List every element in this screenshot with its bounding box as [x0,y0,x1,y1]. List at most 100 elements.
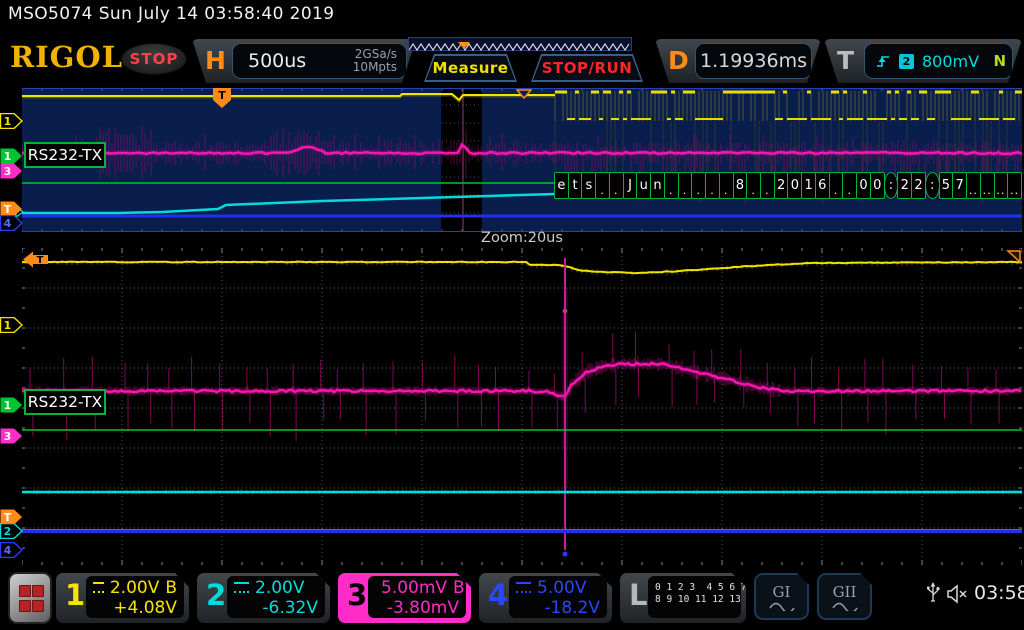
generator-label: GI [773,583,791,601]
channel-scale: 2.00V [110,578,159,598]
menu-grid-icon [19,585,42,612]
channel-box-1[interactable]: 12.00VB+4.08V [56,573,189,623]
trigger-position-marker[interactable]: T [213,88,231,113]
brand-logo: RIGOL [10,40,123,74]
decode-char: . [719,172,734,199]
stop-run-button[interactable]: STOP/RUN [531,54,643,82]
horizontal-label: H [205,46,226,75]
logic-analyzer-box[interactable]: L0 1 2 3 4 5 6 78 9 10 11 12 13 14 15 [620,573,746,623]
svg-text:T: T [218,89,226,102]
measure-button-label: Measure [426,56,515,80]
decode-char: . [664,172,679,199]
oscilloscope-screen: MSO5074 Sun July 14 03:58:40 2019 RIGOL … [0,0,1024,630]
bus-label-rs232-tx-main[interactable]: RS232-TX [24,142,106,168]
channel-number: 1 [65,578,85,612]
waveform-overview-bar[interactable] [408,37,632,51]
svg-text:1: 1 [4,150,12,163]
zoom-channel-marker-1[interactable]: 1 [0,317,23,337]
channel-number: 3 [347,578,367,612]
digital-channels-row2: 8 9 10 11 12 13 14 15 [655,594,734,606]
zoom-channel-marker-3[interactable]: 3 [0,428,23,448]
decode-char: 0 [787,172,802,199]
decode-char: . [691,172,706,199]
decode-char: 8 [733,172,748,199]
trigger-label: T [837,46,854,75]
stop-run-button-label: STOP/RUN [533,56,641,80]
delay-value: 1.19936ms [700,50,807,72]
digital-channels-row1: 0 1 2 3 4 5 6 7 [655,582,734,594]
channel-box-2[interactable]: 2 2.00V-6.32V [197,573,330,623]
window-title: MSO5074 Sun July 14 03:58:40 2019 [8,0,334,28]
toolbar: RIGOL STOP H 500us 2GSa/s 10Mpts Measure… [0,28,1024,86]
menu-button[interactable] [8,572,52,624]
trigger-settings-box[interactable]: T 2 800mV N [824,39,1022,83]
decode-char: . [829,172,844,199]
channel-offset: -6.32V [234,598,318,618]
horizontal-settings-box[interactable]: H 500us 2GSa/s 10Mpts [192,39,416,83]
decode-char: 1 [801,172,816,199]
decode-char: . [595,172,610,199]
bandwidth-limit-badge: B [453,578,465,598]
decode-char: 2 [911,172,926,199]
overview-zigzag [409,41,631,53]
trigger-mode-indicator: N [993,52,1012,70]
rs232-decode-row: ets..Jun.....8..2016..00:22:57........ [555,172,1022,199]
svg-text:T: T [37,255,44,266]
decode-char: n [650,172,665,199]
zoom-scale-label: Zoom:20us [22,230,1022,248]
decode-char: e [554,172,569,199]
zoom-trigger-position-marker[interactable]: T [23,251,49,272]
svg-text:3: 3 [4,165,12,178]
decode-char: .. [966,172,981,199]
decode-char: . [746,172,761,199]
channel-box-3[interactable]: 35.00mVB-3.80mV [338,573,471,623]
run-state-indicator: STOP [121,43,187,75]
decode-char: .. [1007,172,1022,199]
svg-text:1: 1 [4,115,12,128]
svg-text:4: 4 [4,217,12,230]
channel-offset: -3.80mV [375,598,459,618]
bus-label-rs232-tx-zoom[interactable]: RS232-TX [24,389,106,415]
channel-scale: 5.00V [537,578,586,598]
zoom-waveform-plot [22,248,1022,565]
decode-char: u [636,172,651,199]
zoom-corner-marker [1005,249,1022,268]
decode-char: . [609,172,624,199]
svg-text:1: 1 [4,399,12,412]
delay-settings-box[interactable]: D 1.19936ms [655,39,821,83]
bandwidth-limit-badge: B [165,578,177,598]
generator2-button[interactable]: GII [817,573,872,620]
delay-position-marker[interactable] [516,85,532,104]
zoom-channel-marker-2[interactable]: 2 [0,523,23,543]
zoom-channel-marker-1[interactable]: 1 [0,397,23,417]
main-waveform-window [22,88,1022,232]
generator1-button[interactable]: GI [754,573,809,620]
decode-char: 2 [897,172,912,199]
channel-number: 2 [206,578,226,612]
svg-text:2: 2 [4,525,12,538]
main-waveform-plot [22,89,1022,231]
timebase-value: 500us [233,50,306,72]
main-channel-marker-1[interactable]: 1 [0,113,23,133]
decode-char: 2 [774,172,789,199]
main-channel-marker-4[interactable]: 4 [0,215,23,235]
channel-box-4[interactable]: 45.00V-18.2V [479,573,612,623]
decode-char: 7 [952,172,967,199]
memory-depth: 10Mpts [353,61,397,74]
channel-strip: 12.00VB+4.08V22.00V-6.32V35.00mVB-3.80mV… [56,573,872,623]
main-channel-marker-3[interactable]: 3 [0,163,23,183]
channel-number: 4 [488,578,508,612]
generator-label: GII [833,583,857,601]
decode-char: J [623,172,638,199]
sine-wave-icon [832,601,858,611]
svg-text:4: 4 [4,544,12,557]
decode-char: s [581,172,596,199]
zoom-channel-marker-4[interactable]: 4 [0,542,23,562]
channel-scale: 2.00V [255,578,304,598]
measure-button[interactable]: Measure [424,54,517,82]
svg-text:1: 1 [4,319,12,332]
dc-coupling-icon [234,582,249,593]
status-bar: 12.00VB+4.08V22.00V-6.32V35.00mVB-3.80mV… [0,565,1024,630]
dc-coupling-icon [516,582,531,593]
delay-label: D [668,46,689,75]
